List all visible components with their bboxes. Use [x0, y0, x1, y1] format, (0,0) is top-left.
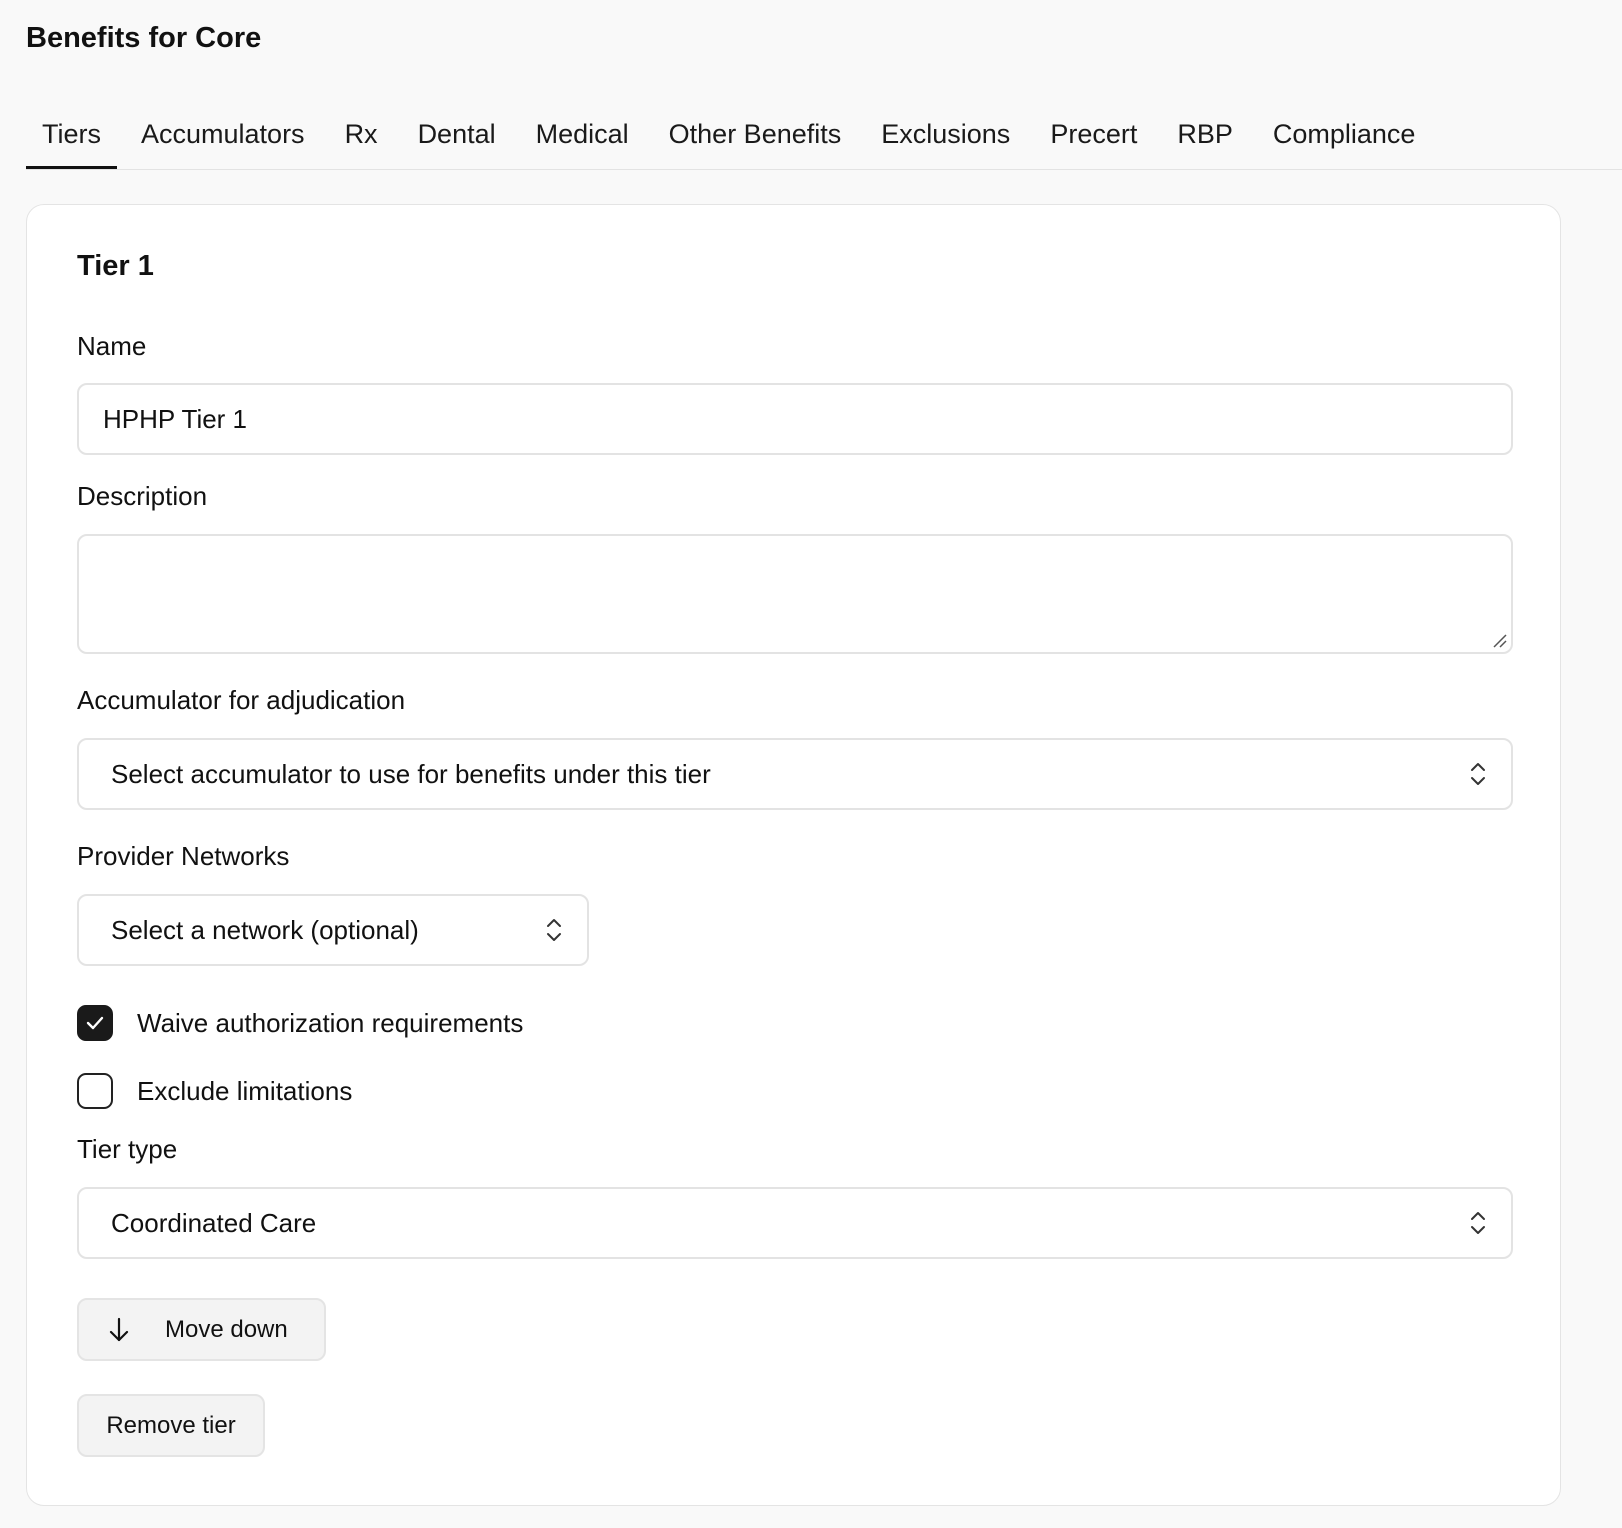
exclude-limitations-checkbox-row[interactable]: Exclude limitations — [77, 1073, 352, 1109]
accumulator-select[interactable]: Select accumulator to use for benefits u… — [77, 738, 1513, 810]
tab-rbp[interactable]: RBP — [1161, 108, 1249, 158]
check-icon — [86, 1016, 104, 1030]
tab-accumulators[interactable]: Accumulators — [125, 108, 321, 158]
tab-medical[interactable]: Medical — [520, 108, 645, 158]
chevron-up-down-icon — [1471, 763, 1485, 785]
name-label: Name — [77, 331, 147, 361]
tab-compliance[interactable]: Compliance — [1257, 108, 1432, 158]
provider-network-select-value: Select a network (optional) — [111, 914, 419, 945]
description-textarea[interactable] — [77, 534, 1513, 654]
resize-grip-icon[interactable] — [1491, 632, 1507, 648]
name-input[interactable] — [77, 383, 1513, 455]
tier-type-select-value: Coordinated Care — [111, 1207, 317, 1238]
tab-exclusions[interactable]: Exclusions — [865, 108, 1026, 158]
exclude-limitations-label: Exclude limitations — [137, 1075, 353, 1106]
chevron-up-down-icon — [1471, 1212, 1485, 1234]
provider-network-select[interactable]: Select a network (optional) — [77, 894, 589, 966]
tab-bar: Tiers Accumulators Rx Dental Medical Oth… — [26, 108, 1622, 170]
tab-other-benefits[interactable]: Other Benefits — [653, 108, 858, 158]
exclude-limitations-checkbox[interactable] — [77, 1073, 113, 1109]
tab-dental[interactable]: Dental — [402, 108, 512, 158]
chevron-up-down-icon — [547, 919, 561, 941]
accumulator-label: Accumulator for adjudication — [77, 685, 406, 715]
tab-rx[interactable]: Rx — [329, 108, 394, 158]
tab-tiers[interactable]: Tiers — [26, 108, 117, 169]
tier-type-label: Tier type — [77, 1134, 178, 1164]
waive-authorization-checkbox-row[interactable]: Waive authorization requirements — [77, 1005, 523, 1041]
page-title: Benefits for Core — [26, 22, 262, 54]
tier-card: Tier 1 Name Description Accumulator for … — [26, 204, 1561, 1506]
waive-authorization-label: Waive authorization requirements — [137, 1007, 524, 1038]
waive-authorization-checkbox[interactable] — [77, 1005, 113, 1041]
move-down-label: Move down — [165, 1315, 288, 1343]
remove-tier-button[interactable]: Remove tier — [77, 1394, 265, 1457]
tab-precert[interactable]: Precert — [1034, 108, 1153, 158]
arrow-down-icon — [109, 1317, 129, 1341]
description-label: Description — [77, 481, 208, 511]
tier-type-select[interactable]: Coordinated Care — [77, 1187, 1513, 1259]
move-down-button[interactable]: Move down — [77, 1298, 326, 1361]
provider-networks-label: Provider Networks — [77, 841, 290, 871]
accumulator-select-value: Select accumulator to use for benefits u… — [111, 758, 711, 789]
tier-title: Tier 1 — [77, 250, 154, 282]
